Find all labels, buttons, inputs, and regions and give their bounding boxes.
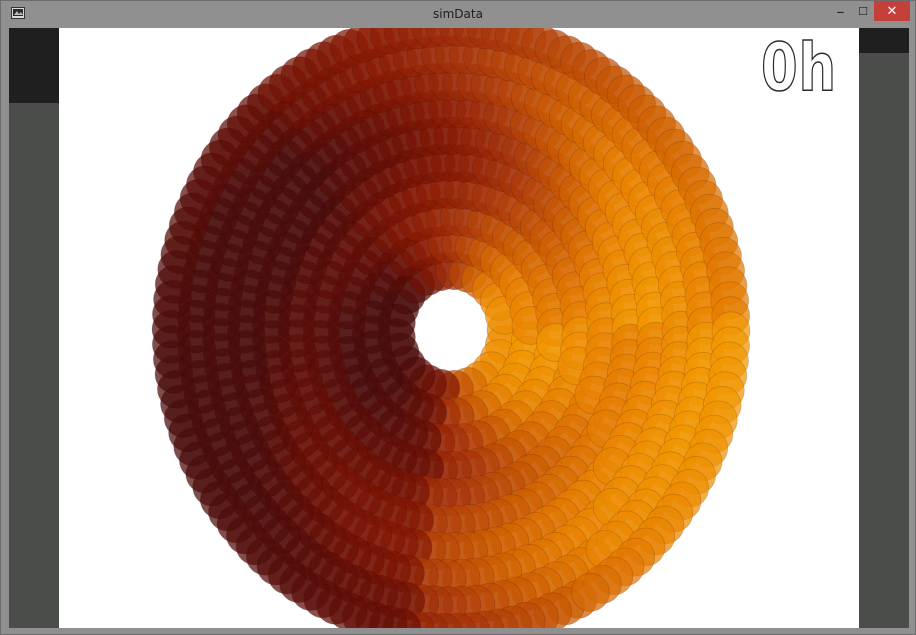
- hour-label: 0h: [760, 29, 837, 106]
- maximize-button[interactable]: ☐: [854, 1, 872, 21]
- close-icon: ✕: [886, 3, 898, 19]
- data-circle: [571, 572, 610, 612]
- title-bar[interactable]: simData – ☐ ✕: [1, 1, 915, 28]
- window-title: simData: [433, 7, 483, 21]
- maximize-icon: ☐: [858, 4, 868, 18]
- app-window: simData – ☐ ✕ 0h: [0, 0, 916, 635]
- center-hole: [417, 296, 485, 364]
- left-dark-panel: [9, 28, 59, 103]
- client-area: 0h: [9, 28, 909, 628]
- minimize-icon: –: [836, 1, 845, 21]
- minimize-button[interactable]: –: [827, 1, 854, 21]
- close-button[interactable]: ✕: [874, 1, 910, 21]
- donut-visualization: [151, 28, 751, 628]
- right-dark-panel: [859, 28, 909, 53]
- visualization-canvas[interactable]: 0h: [59, 28, 859, 628]
